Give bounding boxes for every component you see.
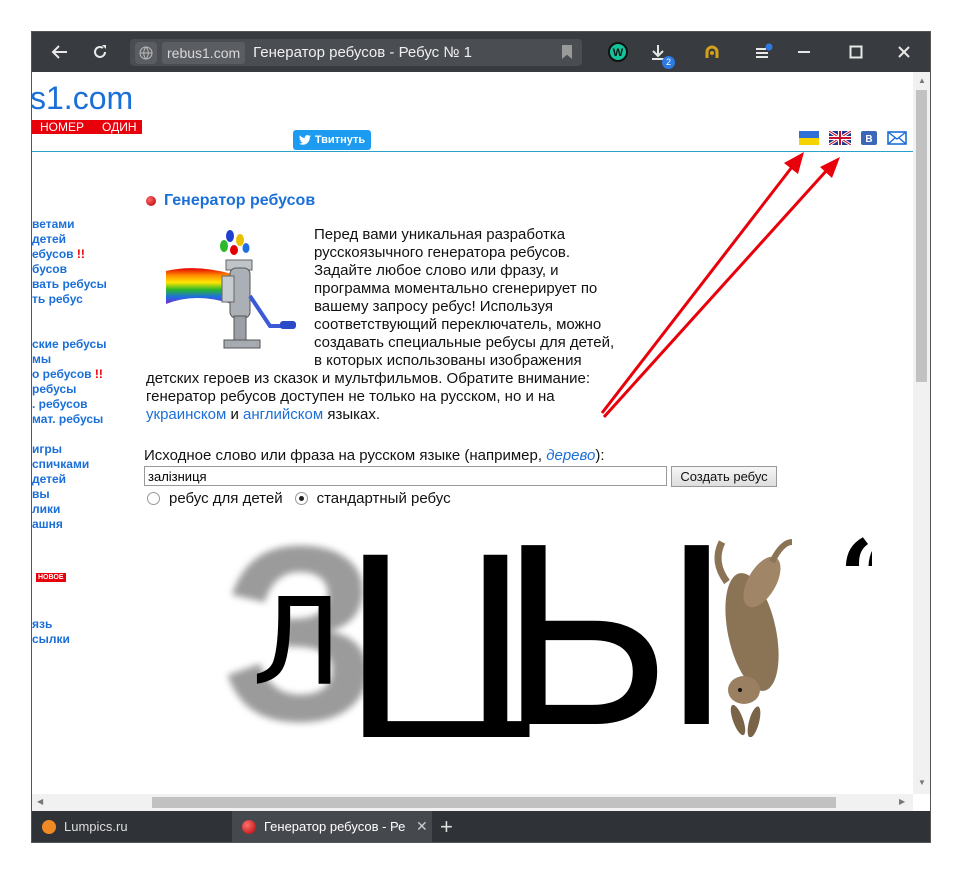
vertical-scroll-thumb[interactable] <box>916 90 927 382</box>
maximize-icon[interactable] <box>836 32 876 72</box>
download-icon[interactable]: 2 <box>638 32 678 72</box>
horizontal-scrollbar[interactable]: ◀ ▶ <box>32 794 913 811</box>
svg-text:W: W <box>613 47 624 59</box>
address-domain: rebus1.com <box>162 41 246 64</box>
scroll-right-arrow-icon[interactable]: ▶ <box>899 797 905 806</box>
horizontal-scroll-thumb[interactable] <box>152 797 836 808</box>
protect-extension-icon[interactable] <box>692 32 732 72</box>
globe-icon <box>135 41 157 64</box>
tab-label: Lumpics.ru <box>64 819 128 834</box>
tab-lumpics[interactable]: Lumpics.ru <box>32 811 232 842</box>
minimize-icon[interactable] <box>784 32 824 72</box>
bookmark-icon[interactable] <box>562 45 572 59</box>
tab-close-icon[interactable]: ✕ <box>416 818 428 835</box>
tab-rebus-generator[interactable]: Генератор ребусов - Ре ✕ <box>232 811 432 842</box>
tab-label: Генератор ребусов - Ре <box>264 819 406 834</box>
close-icon[interactable] <box>884 32 924 72</box>
rebus-favicon-icon <box>242 819 256 834</box>
back-arrow-icon[interactable] <box>40 32 80 72</box>
scroll-up-arrow-icon[interactable]: ▲ <box>918 76 926 85</box>
reload-icon[interactable] <box>80 32 120 72</box>
new-tab-plus-icon[interactable]: + <box>440 811 464 842</box>
scroll-down-arrow-icon[interactable]: ▼ <box>918 778 926 787</box>
page-viewport: s1.com НОМЕР ОДИН Твитнуть В ветами дете… <box>32 72 913 794</box>
browser-window: rebus1.com Генератор ребусов - Ребус № 1… <box>32 32 930 842</box>
screenshot: rebus1.com Генератор ребусов - Ребус № 1… <box>0 0 962 875</box>
page-title: Генератор ребусов - Ребус № 1 <box>253 44 472 61</box>
lumpics-favicon-icon <box>42 819 56 834</box>
browser-toolbar: rebus1.com Генератор ребусов - Ребус № 1… <box>32 32 930 72</box>
scroll-left-arrow-icon[interactable]: ◀ <box>37 797 43 806</box>
grammarly-extension-icon[interactable]: W <box>598 32 638 72</box>
tab-bar: Lumpics.ru Генератор ребусов - Ре ✕ + <box>32 811 930 842</box>
address-bar[interactable]: rebus1.com Генератор ребусов - Ребус № 1 <box>130 39 582 66</box>
vertical-scrollbar[interactable]: ▲ ▼ <box>913 72 930 794</box>
download-count-badge: 2 <box>662 56 675 69</box>
annotation-arrows <box>600 152 840 419</box>
menu-icon[interactable] <box>744 32 784 72</box>
